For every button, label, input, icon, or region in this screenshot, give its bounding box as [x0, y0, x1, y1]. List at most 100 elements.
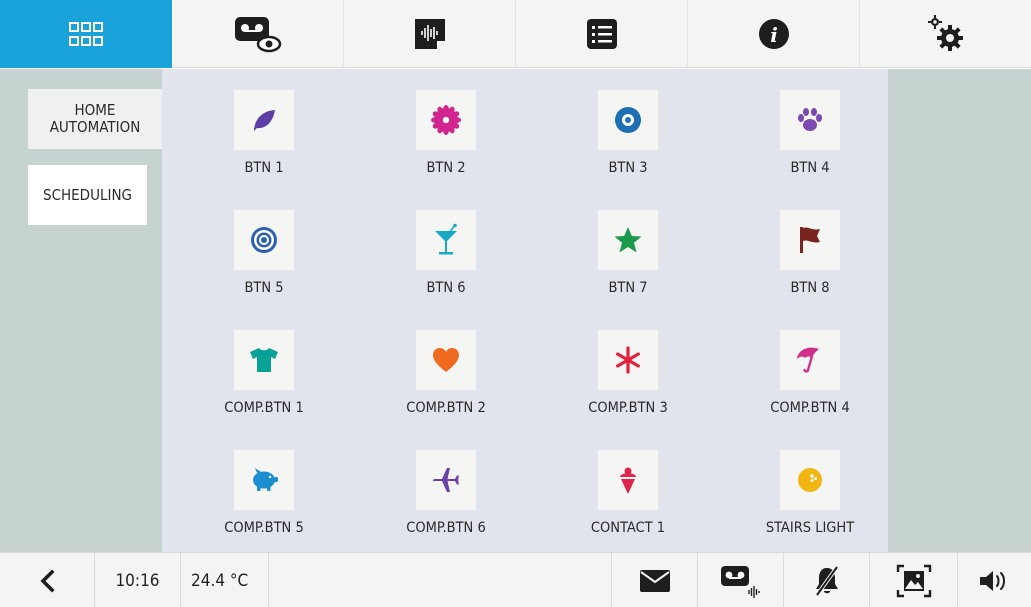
sidebar-item-label: SCHEDULING — [43, 185, 132, 204]
grid-button-btn-5[interactable]: BTN 5 — [189, 189, 339, 297]
grid-button-comp-btn-3[interactable]: COMP.BTN 3 — [553, 309, 703, 417]
grid-button-label: STAIRS LIGHT — [765, 520, 855, 536]
grid-button-comp-btn-1[interactable]: COMP.BTN 1 — [189, 309, 339, 417]
voicemail-view-icon — [234, 17, 281, 53]
star-icon — [614, 227, 642, 253]
icon-tile — [234, 90, 294, 150]
audio-message-icon — [414, 19, 445, 49]
envelope-icon — [639, 569, 670, 592]
grid-button-comp-btn-6[interactable]: COMP.BTN 6 — [371, 429, 521, 537]
icon-tile — [234, 330, 294, 390]
messages-button[interactable] — [612, 553, 698, 607]
bowling-ball-icon — [798, 468, 822, 492]
voicemail-audio-icon — [720, 565, 760, 598]
speaker-icon — [979, 570, 1005, 591]
asterisk-icon — [615, 346, 640, 374]
icon-tile — [416, 210, 476, 270]
tab-home-grid[interactable] — [0, 0, 172, 68]
sidebar-item-label: HOME AUTOMATION — [49, 101, 141, 136]
settings-gears-icon — [927, 15, 963, 51]
volume-button[interactable] — [958, 553, 1031, 607]
icon-tile — [780, 450, 840, 510]
grid-button-label: CONTACT 1 — [590, 520, 666, 536]
leaf-icon — [254, 110, 275, 131]
back-button[interactable] — [0, 553, 95, 607]
right-panel — [888, 69, 1031, 552]
time-text: 10:16 — [115, 570, 160, 591]
grid-button-comp-btn-2[interactable]: COMP.BTN 2 — [371, 309, 521, 417]
icon-tile — [780, 330, 840, 390]
voicemail-button[interactable] — [698, 553, 784, 607]
sidebar: HOME AUTOMATION SCHEDULING — [0, 69, 162, 552]
mute-ringer-button[interactable] — [784, 553, 870, 607]
piggy-bank-icon — [253, 468, 278, 491]
button-grid: BTN 1 BTN 2 BTN 3 BTN 4 BTN 5 BTN 6 BTN … — [162, 69, 888, 552]
picture-frame-button[interactable] — [870, 553, 958, 607]
grid-button-btn-7[interactable]: BTN 7 — [553, 189, 703, 297]
tshirt-icon — [250, 348, 278, 372]
clock: 10:16 — [95, 553, 181, 607]
tab-settings[interactable] — [860, 0, 1031, 68]
icon-tile — [416, 330, 476, 390]
list-icon — [586, 19, 617, 49]
flag-icon — [800, 227, 820, 253]
grid-button-label: BTN 3 — [608, 160, 648, 176]
grid-button-contact-1[interactable]: CONTACT 1 — [553, 429, 703, 537]
icon-tile — [234, 210, 294, 270]
target-icon — [251, 227, 277, 253]
temperature: 24.4 °C — [181, 553, 269, 607]
paw-icon — [798, 108, 822, 131]
icon-tile — [780, 210, 840, 270]
umbrella-icon — [797, 347, 819, 373]
tab-audio-message[interactable] — [344, 0, 516, 68]
grid-button-comp-btn-4[interactable]: COMP.BTN 4 — [735, 309, 885, 417]
grid-button-label: BTN 5 — [244, 280, 284, 296]
grid-button-btn-6[interactable]: BTN 6 — [371, 189, 521, 297]
picture-frame-icon — [896, 564, 931, 597]
grid-button-label: COMP.BTN 5 — [224, 520, 304, 536]
sidebar-item-home-automation[interactable]: HOME AUTOMATION — [28, 89, 162, 149]
grid-button-stairs-light[interactable]: STAIRS LIGHT — [735, 429, 885, 537]
status-spacer — [269, 553, 612, 607]
top-navigation-bar: i — [0, 0, 1031, 68]
grid-button-label: COMP.BTN 6 — [406, 520, 486, 536]
icon-tile — [416, 450, 476, 510]
icon-tile — [416, 90, 476, 150]
tab-info[interactable]: i — [688, 0, 860, 68]
bottom-status-bar: 10:16 24.4 °C — [0, 552, 1031, 607]
tab-voicemail-view[interactable] — [172, 0, 344, 68]
grid-button-label: BTN 6 — [426, 280, 466, 296]
icon-tile — [598, 330, 658, 390]
heart-icon — [433, 348, 459, 372]
icon-tile — [780, 90, 840, 150]
grid-button-btn-8[interactable]: BTN 8 — [735, 189, 885, 297]
grid-button-label: BTN 8 — [790, 280, 830, 296]
flower-icon — [431, 105, 461, 135]
bell-muted-icon — [814, 565, 839, 596]
grid-button-label: COMP.BTN 3 — [588, 400, 668, 416]
donut-icon — [615, 107, 641, 133]
tab-list[interactable] — [516, 0, 688, 68]
grid-button-label: BTN 4 — [790, 160, 830, 176]
grid-button-btn-1[interactable]: BTN 1 — [189, 69, 339, 177]
grid-button-comp-btn-5[interactable]: COMP.BTN 5 — [189, 429, 339, 537]
grid-icon — [68, 22, 103, 46]
temperature-text: 24.4 °C — [191, 570, 249, 591]
cocktail-icon — [435, 223, 457, 255]
icon-tile — [234, 450, 294, 510]
grid-button-label: BTN 2 — [426, 160, 466, 176]
grid-button-label: COMP.BTN 4 — [770, 400, 850, 416]
sidebar-item-scheduling[interactable]: SCHEDULING — [28, 165, 147, 225]
icon-tile — [598, 90, 658, 150]
airplane-icon — [433, 468, 459, 492]
grid-button-btn-2[interactable]: BTN 2 — [371, 69, 521, 177]
grid-button-label: BTN 1 — [244, 160, 284, 176]
grid-button-btn-4[interactable]: BTN 4 — [735, 69, 885, 177]
svg-text:i: i — [770, 23, 778, 47]
grid-button-label: COMP.BTN 2 — [406, 400, 486, 416]
grid-button-label: BTN 7 — [608, 280, 648, 296]
grid-button-btn-3[interactable]: BTN 3 — [553, 69, 703, 177]
info-icon: i — [758, 19, 789, 49]
icon-tile — [598, 210, 658, 270]
icon-tile — [598, 450, 658, 510]
